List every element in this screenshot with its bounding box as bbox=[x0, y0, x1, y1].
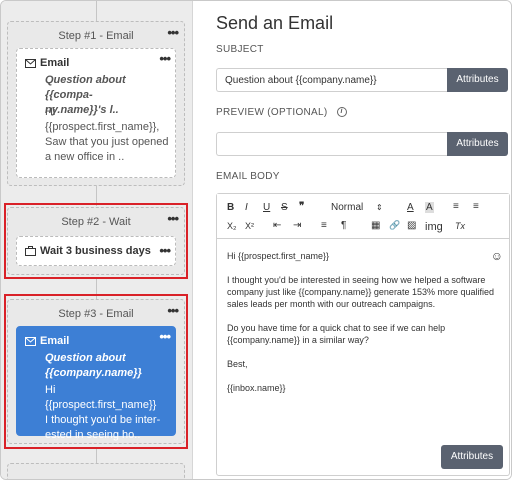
step-2-wait-card[interactable]: ••• Wait 3 business days bbox=[16, 236, 176, 266]
info-icon[interactable]: i bbox=[336, 107, 347, 118]
step-4-partial[interactable] bbox=[7, 463, 185, 479]
preview-attributes-button[interactable]: Attributes bbox=[447, 132, 508, 156]
body-paragraph: I thought you'd be interested in seeing … bbox=[227, 275, 494, 309]
body-greeting: Hi {{prospect.first_name}} bbox=[227, 251, 330, 261]
strikethrough-button[interactable]: S bbox=[281, 202, 288, 213]
preview-line: I thought you'd be inter- bbox=[45, 414, 161, 426]
card-preview: Hi {{prospect.first_name}} I thought you… bbox=[45, 383, 169, 443]
email-body-editor[interactable]: B I U S ❞ Normal ⇕ A A ≡ ≡ X₂ X² ⇤ ⇥ ≡ ¶ bbox=[216, 193, 510, 476]
card-menu-icon[interactable]: ••• bbox=[159, 243, 171, 258]
step-3-header: Step #3 - Email bbox=[58, 308, 134, 320]
superscript-button[interactable]: X² bbox=[245, 221, 254, 231]
card-title-row: Email bbox=[25, 57, 69, 69]
format-select[interactable]: Normal ⇕ bbox=[331, 202, 383, 213]
card-title-row: Wait 3 business days bbox=[25, 245, 151, 257]
preview-line: Hi bbox=[45, 106, 56, 118]
card-menu-icon[interactable]: ••• bbox=[159, 51, 171, 66]
subscript-button[interactable]: X₂ bbox=[227, 221, 237, 231]
card-title: Email bbox=[40, 335, 70, 347]
bold-button[interactable]: B bbox=[227, 202, 234, 213]
font-color-button[interactable]: A bbox=[407, 202, 414, 213]
preview-line: {{prospect.first_name}}, bbox=[45, 121, 160, 133]
subject-input[interactable]: Question about {{company.name}} bbox=[216, 68, 449, 92]
body-attributes-button[interactable]: Attributes bbox=[441, 445, 503, 469]
image-icon[interactable]: ▨ bbox=[407, 220, 416, 231]
preview-line: a new office in .. bbox=[45, 151, 125, 163]
step-2-header: Step #2 - Wait bbox=[61, 216, 131, 228]
bullet-list-icon[interactable]: ≡ bbox=[473, 201, 479, 212]
ordered-list-icon[interactable]: ≡ bbox=[453, 201, 459, 212]
preview-label: PREVIEW (OPTIONAL) bbox=[216, 107, 328, 118]
outdent-icon[interactable]: ⇤ bbox=[273, 220, 281, 231]
step-1[interactable]: Step #1 - Email ••• ••• Email Question a… bbox=[7, 21, 185, 186]
email-editor-panel: Send an Email SUBJECT Question about {{c… bbox=[194, 1, 511, 479]
step-2-menu-icon[interactable]: ••• bbox=[167, 211, 179, 226]
panel-title: Send an Email bbox=[216, 13, 334, 33]
step-3[interactable]: Step #3 - Email ••• ••• Email Question a… bbox=[7, 299, 185, 444]
preview-line: Hi {{prospect.first_name}} bbox=[45, 384, 157, 411]
card-title: Email bbox=[40, 57, 70, 69]
card-title-row: Email bbox=[25, 335, 69, 347]
card-subject: Question about {{company.name}} bbox=[45, 351, 169, 381]
preview-input[interactable] bbox=[216, 132, 449, 156]
connector-line bbox=[96, 1, 97, 21]
step-3-email-card-selected[interactable]: ••• Email Question about {{company.name}… bbox=[16, 326, 176, 441]
format-select-value: Normal bbox=[331, 202, 364, 213]
underline-button[interactable]: U bbox=[263, 202, 270, 213]
text-direction-icon[interactable]: ¶ bbox=[341, 220, 346, 231]
step-1-email-card[interactable]: ••• Email Question about {{compa- ny.nam… bbox=[16, 48, 176, 178]
subject-line: {{company.name}} bbox=[45, 367, 142, 379]
subject-line: Question about bbox=[45, 352, 126, 364]
card-preview: Hi {{prospect.first_name}}, Saw that you… bbox=[45, 105, 169, 165]
step-1-menu-icon[interactable]: ••• bbox=[167, 25, 179, 40]
envelope-icon bbox=[25, 58, 36, 68]
app-window: Step #1 - Email ••• ••• Email Question a… bbox=[0, 0, 512, 480]
subject-attributes-button[interactable]: Attributes bbox=[447, 68, 508, 92]
subject-line: Question about {{compa- bbox=[45, 74, 126, 101]
step-1-header: Step #1 - Email bbox=[58, 30, 134, 42]
body-paragraph: Do you have time for a quick chat to see… bbox=[227, 323, 446, 345]
subject-label: SUBJECT bbox=[216, 44, 264, 55]
updown-icon: ⇕ bbox=[376, 203, 383, 212]
email-body-label: EMAIL BODY bbox=[216, 171, 280, 182]
italic-button[interactable]: I bbox=[245, 202, 248, 213]
preview-label-row: PREVIEW (OPTIONAL) i bbox=[216, 107, 347, 118]
body-signoff: Best, bbox=[227, 359, 248, 369]
highlight-color-button[interactable]: A bbox=[425, 202, 434, 213]
card-title: Wait 3 business days bbox=[40, 245, 151, 257]
envelope-icon bbox=[25, 336, 36, 346]
preview-line: Saw that you just opened bbox=[45, 136, 169, 148]
align-icon[interactable]: ≡ bbox=[321, 220, 327, 231]
indent-icon[interactable]: ⇥ bbox=[293, 220, 301, 231]
img-button[interactable]: img bbox=[425, 221, 443, 233]
editor-toolbar: B I U S ❞ Normal ⇕ A A ≡ ≡ X₂ X² ⇤ ⇥ ≡ ¶ bbox=[217, 194, 509, 239]
preview-line: ested in seeing ho.. bbox=[45, 429, 141, 441]
step-2[interactable]: Step #2 - Wait ••• ••• Wait 3 business d… bbox=[7, 207, 185, 275]
sequence-column: Step #1 - Email ••• ••• Email Question a… bbox=[1, 1, 193, 479]
card-menu-icon[interactable]: ••• bbox=[159, 329, 171, 344]
link-icon[interactable]: 🔗 bbox=[389, 220, 400, 231]
step-3-menu-icon[interactable]: ••• bbox=[167, 303, 179, 318]
briefcase-icon bbox=[25, 246, 36, 256]
table-icon[interactable]: ▦ bbox=[371, 220, 380, 231]
email-body-content[interactable]: Hi {{prospect.first_name}} I thought you… bbox=[227, 250, 497, 406]
clear-format-icon[interactable]: Tx bbox=[455, 221, 465, 231]
body-signature: {{inbox.name}} bbox=[227, 383, 286, 393]
blockquote-button[interactable]: ❞ bbox=[299, 201, 304, 212]
